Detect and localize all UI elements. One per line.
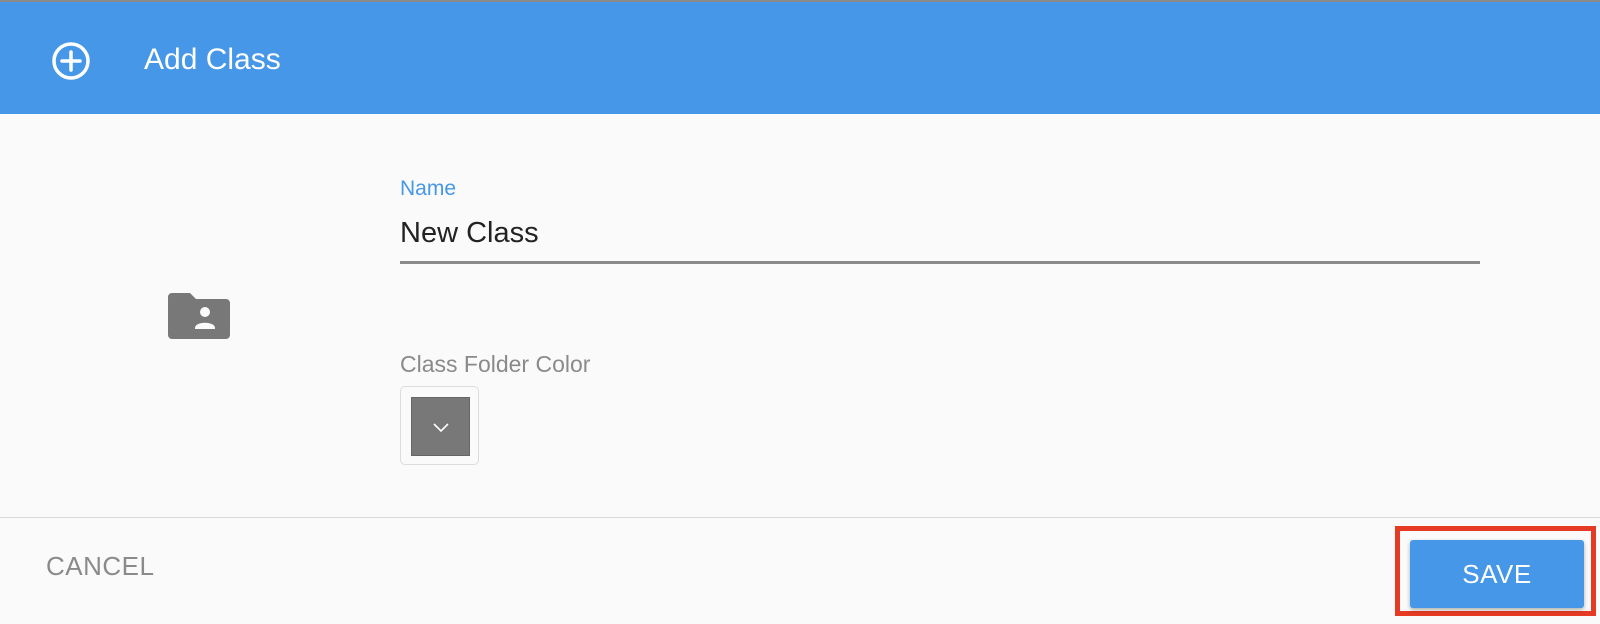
dialog-footer: CANCEL SAVE	[0, 518, 1600, 624]
color-swatch[interactable]	[411, 397, 470, 456]
add-class-dialog: Add Class Name Class Folder Color CANCEL…	[0, 0, 1600, 624]
cancel-button[interactable]: CANCEL	[46, 548, 154, 584]
add-circle-icon	[52, 42, 90, 80]
chevron-down-icon	[433, 423, 449, 433]
dialog-header: Add Class	[0, 0, 1600, 114]
folder-shared-icon	[168, 293, 230, 339]
class-folder-color-picker[interactable]	[400, 386, 479, 465]
color-picker-label: Class Folder Color	[400, 351, 591, 377]
dialog-title: Add Class	[144, 43, 281, 76]
name-field-label: Name	[400, 177, 457, 200]
save-button[interactable]: SAVE	[1410, 540, 1584, 608]
class-name-input[interactable]	[400, 206, 1480, 264]
